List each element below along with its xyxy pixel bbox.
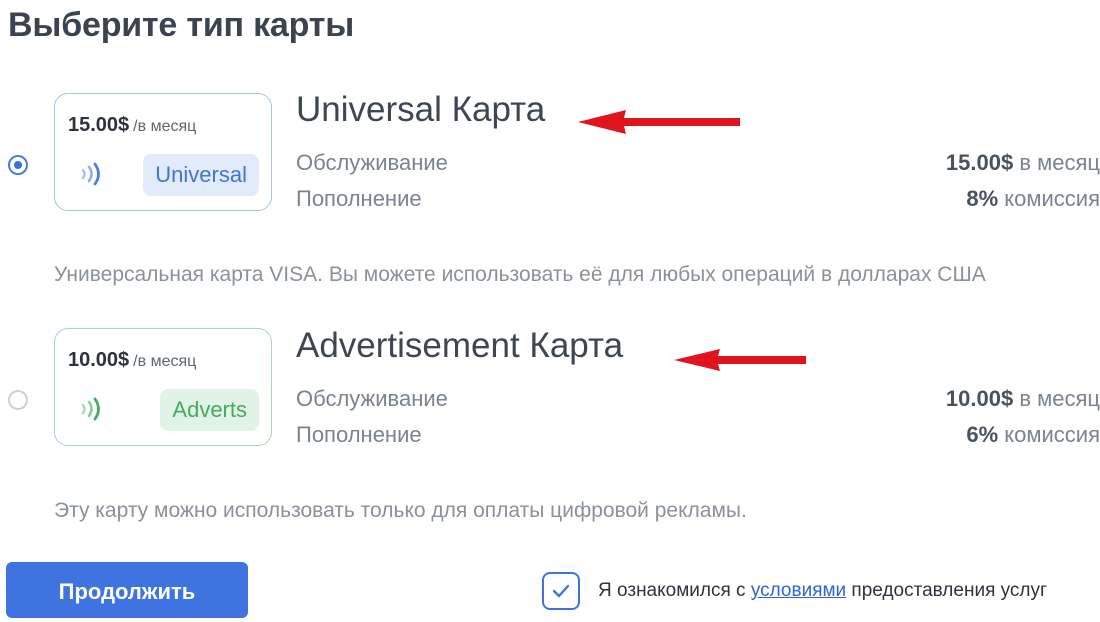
universal-card-description: Универсальная карта VISA. Вы можете испо…: [54, 263, 986, 286]
terms-checkbox[interactable]: [542, 572, 580, 610]
universal-card-title: Universal Карта: [296, 90, 546, 129]
page-title: Выберите тип карты: [8, 6, 355, 44]
contactless-icon: [81, 397, 100, 421]
terms-link[interactable]: условиями: [751, 580, 846, 601]
annotation-arrow: [674, 349, 806, 371]
radio-advertisement-card[interactable]: [8, 390, 28, 410]
advertisement-card-description: Эту карту можно использовать только для …: [54, 499, 747, 522]
service-value: 10.00$ в месяц: [945, 386, 1100, 411]
card-preview-price: 15.00$/в месяц: [68, 114, 197, 136]
advertisement-card-preview[interactable]: 10.00$/в месяц Adverts: [54, 328, 272, 446]
advertisement-card-title: Advertisement Карта: [296, 326, 624, 365]
check-icon: [552, 584, 570, 598]
service-label: Обслуживание: [296, 386, 448, 411]
card-type-badge: Universal: [143, 154, 259, 196]
card-preview-price: 10.00$/в месяц: [68, 349, 197, 371]
radio-universal-card[interactable]: [8, 155, 28, 175]
terms-agreement-text: Я ознакомился с условиями предоставления…: [598, 580, 1047, 601]
universal-card-preview[interactable]: 15.00$/в месяц Universal: [54, 93, 272, 211]
service-label: Обслуживание: [296, 150, 448, 175]
annotation-arrow: [578, 110, 740, 134]
card-type-badge: Adverts: [160, 389, 259, 431]
topup-label: Пополнение: [296, 186, 422, 211]
contactless-icon: [81, 162, 100, 186]
continue-button[interactable]: Продолжить: [6, 562, 248, 618]
topup-value: 6% комиссия: [966, 422, 1100, 447]
topup-value: 8% комиссия: [966, 186, 1100, 211]
service-value: 15.00$ в месяц: [945, 150, 1100, 175]
topup-label: Пополнение: [296, 422, 422, 447]
